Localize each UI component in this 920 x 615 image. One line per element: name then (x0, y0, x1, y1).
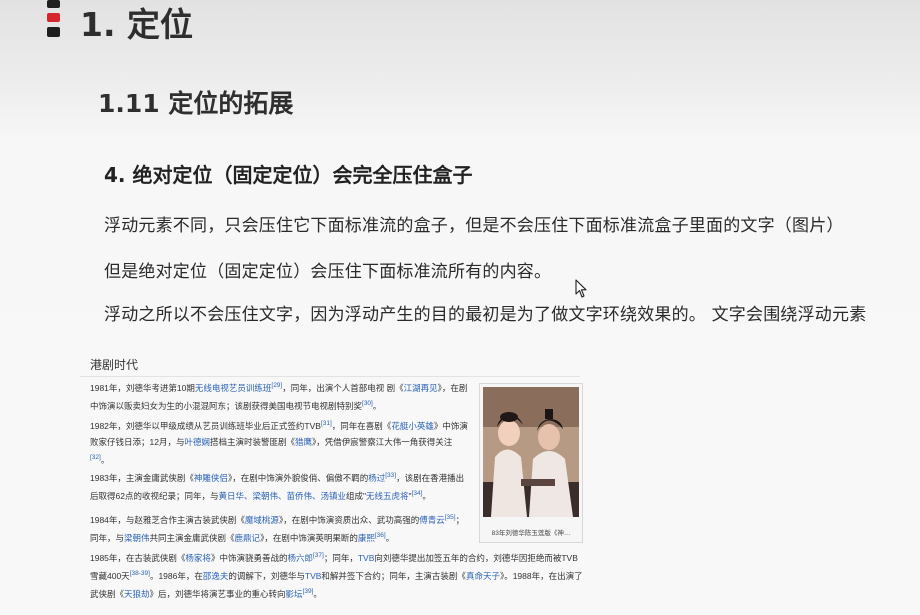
title-bullet-icon (47, 0, 60, 42)
wiki-divider (80, 376, 580, 377)
wiki-ref[interactable]: [34] (412, 490, 423, 497)
slide-title: 1. 定位 (80, 5, 193, 44)
wiki-ref[interactable]: [33] (385, 472, 396, 479)
wiki-link[interactable]: 叶德娴 (184, 437, 210, 447)
wiki-link[interactable]: 梁朝伟 (124, 533, 150, 543)
wiki-link[interactable]: 邵逸夫 (203, 571, 229, 581)
wiki-paragraph-1985: 1985年，在古装武侠剧《杨家将》中饰演骁勇善战的杨六郎[37]；同年，TVB向… (90, 552, 583, 599)
wiki-link[interactable]: TVB (358, 553, 375, 563)
floating-image-box: 83年刘德华陈玉莲版《神… (479, 383, 583, 543)
wiki-link[interactable]: 影坛 (286, 588, 303, 598)
wiki-ref[interactable]: [30] (362, 400, 373, 407)
paragraph-1: 浮动元素不同，只会压住它下面标准流的盒子，但是不会压住下面标准流盒子里面的文字（… (104, 216, 844, 236)
wiki-ref[interactable]: [31] (321, 420, 332, 427)
drama-photo-image (483, 387, 579, 517)
wiki-ref[interactable]: [38-39] (130, 570, 150, 577)
wiki-link[interactable]: 康熙 (358, 533, 375, 543)
wiki-link[interactable]: 猎鹰 (295, 437, 312, 447)
paragraph-3: 浮动之所以不会压住文字，因为浮动产生的目的最初是为了做文字环绕效果的。 文字会围… (104, 305, 867, 325)
image-caption: 83年刘德华陈玉莲版《神… (491, 530, 571, 537)
wiki-ref[interactable]: [39] (303, 588, 314, 595)
wiki-ref[interactable]: [29] (271, 382, 282, 389)
wiki-link[interactable]: 真命天子 (466, 571, 500, 581)
wiki-link[interactable]: TVB (305, 571, 322, 581)
wiki-link[interactable]: 江湖再见 (404, 383, 438, 393)
wiki-link[interactable]: 魔域桃源 (245, 515, 279, 525)
wiki-heading: 港剧时代 (90, 358, 139, 372)
wiki-paragraph-1982: 1982年，刘德华以甲级成绩从艺员训练班毕业后正式签约TVB[31]，同年在喜剧… (90, 420, 468, 465)
wiki-link[interactable]: 无线电视艺员训练班 (195, 383, 272, 393)
wiki-paragraph-1981: 1981年，刘德华考进第10期无线电视艺员训练班[29]，同年，出演个人首部电视… (90, 382, 468, 411)
wiki-link[interactable]: 神雕侠侣 (194, 473, 228, 483)
wiki-ref[interactable]: [36] (375, 532, 386, 539)
wiki-link[interactable]: 花艇小英雄 (391, 421, 434, 431)
wiki-link[interactable]: 杨过 (368, 473, 385, 483)
point-heading: 4. 绝对定位（固定定位）会完全压住盒子 (104, 163, 473, 187)
wiki-ref[interactable]: [35] (445, 514, 456, 521)
wiki-paragraph-1984: 1984年，与赵雅芝合作主演古装武侠剧《魔域桃源》，在剧中饰演资质出众、武功高强… (90, 514, 465, 543)
mouse-cursor-icon (575, 279, 587, 298)
wiki-link[interactable]: 杨六郎 (287, 553, 313, 563)
slide-subtitle: 1.11 定位的拓展 (98, 89, 294, 118)
wiki-link[interactable]: 无线五虎将 (366, 491, 409, 501)
wiki-link[interactable]: 鹿鼎记 (235, 533, 261, 543)
wiki-link[interactable]: 天狼劫 (124, 588, 150, 598)
wiki-link[interactable]: 傅青云 (419, 515, 445, 525)
wiki-link[interactable]: 杨家将 (185, 553, 211, 563)
paragraph-2: 但是绝对定位（固定定位）会压住下面标准流所有的内容。 (104, 262, 552, 282)
wiki-link[interactable]: 黄日华、梁朝伟、苗侨伟、汤镇业 (218, 491, 346, 501)
wiki-paragraph-1983: 1983年，主演金庸武侠剧《神雕侠侣》，在剧中饰演外貌俊俏、偏傲不羁的杨过[33… (90, 472, 465, 501)
wiki-ref[interactable]: [37] (313, 552, 324, 559)
wiki-ref[interactable]: [32] (90, 454, 101, 461)
